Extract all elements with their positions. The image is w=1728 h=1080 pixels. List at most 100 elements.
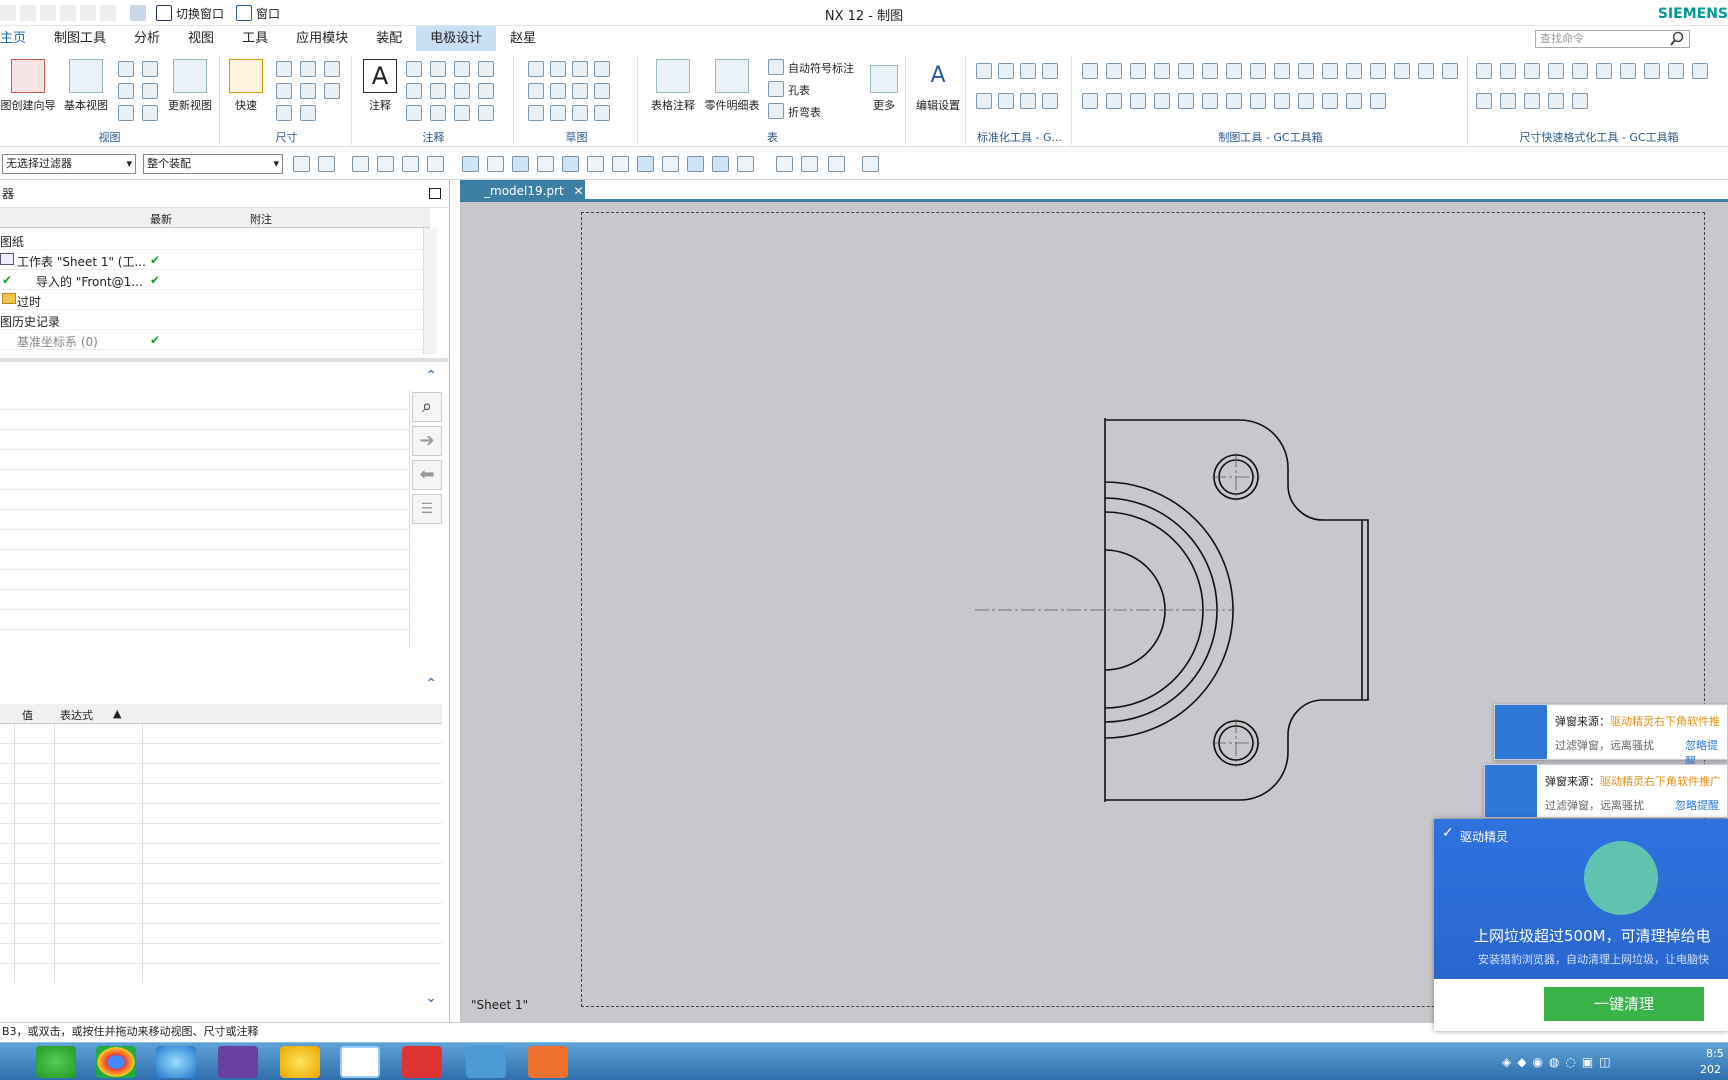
std-tool-8-icon[interactable] [1042,93,1058,109]
section-view-icon[interactable] [142,61,158,77]
sketch-circle-icon[interactable] [528,83,544,99]
sketch-rectangle-icon[interactable] [550,61,566,77]
radial-dim-icon[interactable] [300,61,316,77]
dim-format-14-icon[interactable] [1548,93,1564,109]
snap-line-icon[interactable] [512,156,529,172]
view-wizard-button[interactable]: 图创建向导 [0,59,56,113]
tab-application[interactable]: 应用模块 [282,26,362,51]
list-tree-icon[interactable]: ☰ [412,494,442,524]
bend-table-label[interactable]: 折弯表 [788,104,821,120]
sort-asc-icon[interactable]: ▲ [113,707,121,720]
dim-format-13-icon[interactable] [1524,93,1540,109]
dim-format-12-icon[interactable] [1500,93,1516,109]
gc-tool-23-icon[interactable] [1226,93,1242,109]
search-icon[interactable] [1669,31,1685,47]
sketch-ellipse-icon[interactable] [528,105,544,121]
magnify-icon[interactable] [406,105,422,121]
centerline-icon[interactable] [478,61,494,77]
collapse-caret-icon[interactable]: ⌃ [425,368,437,384]
tray-icons[interactable]: ◈◆◉◍◌▣◫ [1502,1055,1617,1069]
close-icon[interactable]: ✕ [574,184,584,198]
hole-table-icon[interactable] [768,81,784,97]
snap-3-icon[interactable] [352,156,369,172]
symbol-icon[interactable] [454,83,470,99]
note-button[interactable]: A 注释 [360,59,400,113]
expand-caret-icon[interactable]: ⌄ [425,990,437,1006]
gc-tool-1-icon[interactable] [1082,63,1098,79]
clock-time[interactable]: 8:5 [1706,1047,1724,1060]
std-tool-4-icon[interactable] [1042,63,1058,79]
tab-analysis[interactable]: 分析 [120,26,174,51]
back-arrow-icon[interactable]: ⬅ [412,460,442,490]
gc-tool-10-icon[interactable] [1298,63,1314,79]
col-notes[interactable]: 附注 [250,211,272,227]
news-app-icon[interactable] [402,1046,442,1078]
gc-tool-5-icon[interactable] [1178,63,1194,79]
sketch-conic-icon[interactable] [550,105,566,121]
std-tool-5-icon[interactable] [976,93,992,109]
gc-tool-11-icon[interactable] [1322,63,1338,79]
angular-dim-icon[interactable] [324,61,340,77]
target-point-icon[interactable] [454,61,470,77]
collapse-caret-icon[interactable]: ⌃ [425,676,437,692]
dim-format-2-icon[interactable] [1500,63,1516,79]
auto-balloon-icon[interactable] [768,59,784,75]
projected-view-icon[interactable] [118,61,134,77]
tree-row-history[interactable]: 图历史记录 [0,310,430,330]
update-view-button[interactable]: 更新视图 [164,59,216,113]
snap-endpoint-icon[interactable] [462,156,479,172]
tab-assembly[interactable]: 装配 [362,26,416,51]
gc-tool-25-icon[interactable] [1274,93,1290,109]
snap-2-icon[interactable] [318,156,335,172]
tab-view[interactable]: 视图 [174,26,228,51]
snap-face-icon[interactable] [737,156,754,172]
ie-browser-icon[interactable] [156,1046,196,1078]
tab-home[interactable]: 主页 [0,26,40,51]
snap-1-icon[interactable] [293,156,310,172]
arc-length-dim-icon[interactable] [324,83,340,99]
gc-tool-2-icon[interactable] [1106,63,1122,79]
selection-filter-select[interactable]: 无选择过滤器 [2,154,136,174]
clock-date[interactable]: 202 [1700,1063,1721,1076]
ie-icon[interactable] [36,1046,76,1078]
sketch-polygon-icon[interactable] [594,83,610,99]
parts-list-button[interactable]: 零件明细表 [702,59,762,113]
tab-electrode-design[interactable]: 电极设计 [416,26,497,51]
tree-row-drawing[interactable]: 图纸 [0,230,430,250]
check-icon[interactable] [454,105,470,121]
perimeter-dim-icon[interactable] [276,105,292,121]
sketch-fillet-icon[interactable] [572,105,588,121]
gc-tool-26-icon[interactable] [1298,93,1314,109]
snap-quadrant-icon[interactable] [662,156,679,172]
sketch-spline-icon[interactable] [528,61,544,77]
gc-tool-20-icon[interactable] [1154,93,1170,109]
document-tab[interactable]: _model19.prt ✕ [460,180,585,202]
gc-tool-22-icon[interactable] [1202,93,1218,109]
more-button[interactable]: 更多 [866,59,902,113]
sketch-point-icon[interactable] [550,83,566,99]
linear-dim-icon[interactable] [276,61,292,77]
snap-4-icon[interactable] [377,156,394,172]
tree-row-outdated[interactable]: 过时 [0,290,430,310]
gc-tool-21-icon[interactable] [1178,93,1194,109]
gc-tool-4-icon[interactable] [1154,63,1170,79]
chrome-icon[interactable] [96,1046,136,1078]
dim-format-10-icon[interactable] [1692,63,1708,79]
edit-settings-button[interactable]: A 编辑设置 [912,59,964,113]
magnify-icon[interactable]: ⌕ [412,392,442,422]
gc-tool-12-icon[interactable] [1346,63,1362,79]
snap-on-curve-icon[interactable] [712,156,729,172]
gc-tool-24-icon[interactable] [1250,93,1266,109]
gc-tool-9-icon[interactable] [1274,63,1290,79]
bend-table-icon[interactable] [768,103,784,119]
dim-format-11-icon[interactable] [1476,93,1492,109]
hole-table-label[interactable]: 孔表 [788,82,810,98]
dim-format-1-icon[interactable] [1476,63,1492,79]
gc-tool-13-icon[interactable] [1370,63,1386,79]
datum-feature-icon[interactable] [430,61,446,77]
snap-spline-icon[interactable] [562,156,579,172]
auto-balloon-label[interactable]: 自动符号标注 [788,60,854,76]
thickness-dim-icon[interactable] [300,83,316,99]
break-view-icon[interactable] [142,83,158,99]
dim-format-8-icon[interactable] [1644,63,1660,79]
